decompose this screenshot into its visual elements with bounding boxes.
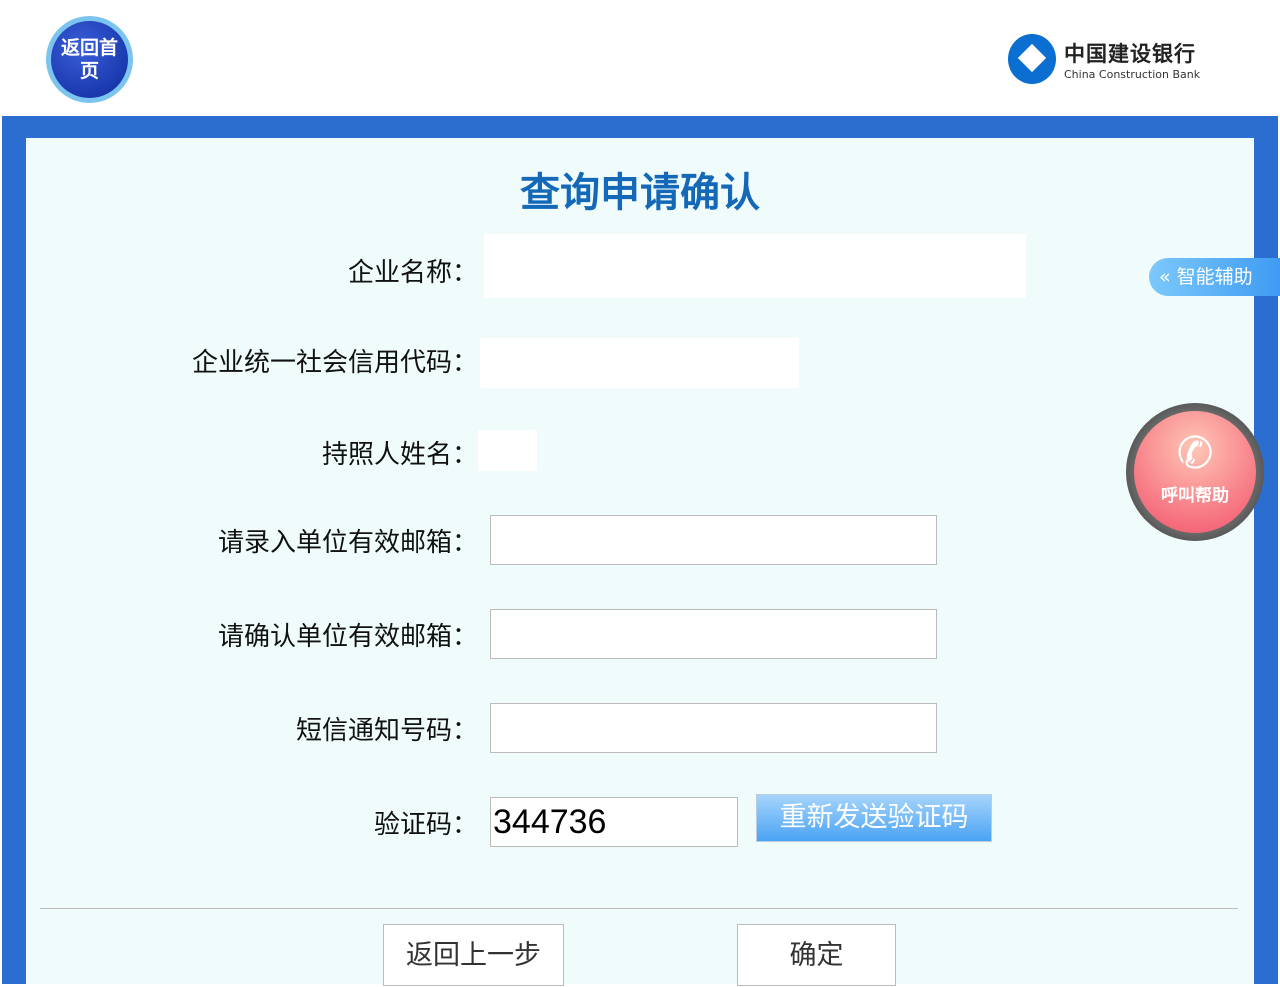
confirm-button[interactable]: 确定	[737, 924, 896, 986]
double-chevron-left-icon: «	[1159, 266, 1171, 288]
logo-en: China Construction Bank	[1064, 68, 1200, 81]
email-input[interactable]	[490, 515, 937, 565]
divider	[40, 908, 1238, 909]
sms-input[interactable]	[490, 703, 937, 753]
resend-code-button[interactable]: 重新发送验证码	[756, 794, 992, 842]
holder-field	[478, 430, 537, 471]
logo-cn: 中国建设银行	[1064, 38, 1200, 68]
email-label: 请录入单位有效邮箱：	[218, 522, 478, 559]
assist-label: 智能辅助	[1177, 266, 1253, 288]
call-help-button[interactable]: ✆呼叫帮助	[1126, 403, 1264, 541]
code-input[interactable]: 344736	[490, 797, 738, 847]
email-confirm-label: 请确认单位有效邮箱：	[218, 616, 478, 653]
holder-label: 持照人姓名：	[322, 434, 478, 471]
back-button[interactable]: 返回上一步	[383, 924, 564, 986]
email-confirm-input[interactable]	[490, 609, 937, 659]
credit-code-field	[480, 338, 799, 388]
call-help-label: 呼叫帮助	[1134, 481, 1256, 506]
code-label: 验证码：	[374, 804, 478, 841]
phone-icon: ✆	[1134, 427, 1256, 481]
ccb-logo: 中国建设银行China Construction Bank	[1008, 34, 1200, 84]
home-button[interactable]: 返回首页	[46, 16, 133, 103]
ccb-logo-icon	[1008, 34, 1056, 84]
company-name-field	[484, 234, 1026, 298]
page-title: 查询申请确认	[0, 160, 1280, 218]
company-name-label: 企业名称：	[348, 252, 478, 289]
smart-assist-button[interactable]: « 智能辅助	[1149, 258, 1280, 296]
credit-code-label: 企业统一社会信用代码：	[192, 342, 478, 379]
sms-label: 短信通知号码：	[296, 710, 478, 747]
